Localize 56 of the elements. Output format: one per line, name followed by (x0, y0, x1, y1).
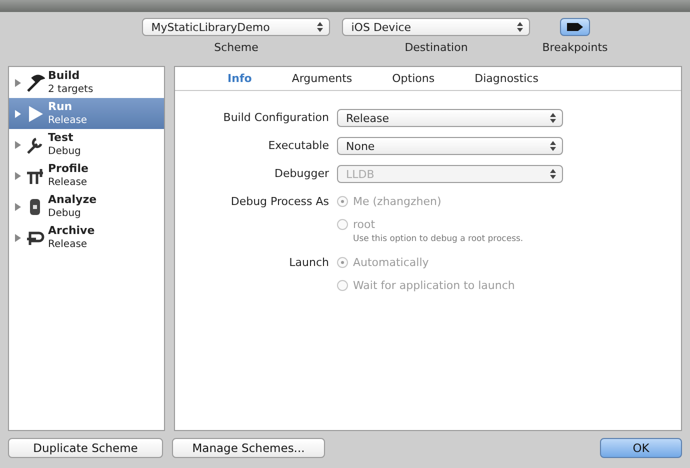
item-title: Run (48, 100, 74, 114)
hammer-icon (25, 72, 45, 92)
field-label: Debugger (274, 166, 329, 182)
disclosure-triangle-icon[interactable] (14, 172, 22, 180)
item-subtitle: Debug (48, 206, 82, 220)
tab[interactable]: Options (392, 72, 435, 85)
disclosure-triangle-icon[interactable] (14, 110, 22, 118)
tab[interactable]: Diagnostics (474, 72, 538, 85)
sidebar-item[interactable]: Test Debug (9, 129, 164, 160)
ok-button[interactable]: OK (600, 438, 682, 458)
radio-label: Wait for application to launch (353, 278, 515, 294)
sidebar-item[interactable]: Profile Release (9, 160, 164, 191)
scheme-label: Scheme (214, 41, 258, 54)
disclosure-triangle-icon[interactable] (14, 202, 22, 210)
up-down-arrows-icon (550, 113, 556, 123)
item-title: Build (48, 68, 81, 82)
item-title: Archive (48, 224, 95, 238)
disclosure-triangle-icon[interactable] (14, 140, 22, 148)
field-label: Launch (288, 255, 329, 271)
breakpoint-icon (567, 23, 583, 31)
item-title: Analyze (48, 192, 97, 206)
radio-label: Me (zhangzhen) (353, 194, 442, 210)
item-title: Profile (48, 162, 88, 176)
up-down-arrows-icon (550, 169, 556, 179)
sidebar-item[interactable]: Analyze Debug (9, 191, 164, 222)
destination-popup[interactable]: iOS Device (342, 18, 530, 36)
field-label: Build Configuration (222, 110, 329, 126)
tab[interactable]: Info (228, 72, 252, 85)
item-subtitle: Release (48, 238, 88, 252)
duplicate-scheme-button[interactable]: Duplicate Scheme (8, 438, 163, 458)
item-subtitle: 2 targets (48, 82, 94, 96)
scheme-popup[interactable]: MyStaticLibraryDemo (142, 18, 330, 36)
hint-text: Use this option to debug a root process. (353, 234, 524, 244)
up-down-arrows-icon (550, 141, 556, 151)
sidebar-item[interactable]: Archive Release (9, 222, 164, 253)
destination-label: Destination (404, 41, 468, 54)
sidebar-item[interactable]: Run Release (9, 98, 164, 129)
item-subtitle: Release (48, 176, 88, 190)
item-subtitle: Debug (48, 144, 81, 158)
disclosure-triangle-icon[interactable] (14, 78, 22, 86)
radio-label: Automatically (353, 255, 429, 271)
up-down-arrows-icon (317, 22, 324, 32)
tab[interactable]: Arguments (292, 72, 352, 85)
sidebar-item[interactable]: Build 2 targets (9, 67, 164, 98)
disclosure-triangle-icon[interactable] (14, 234, 22, 242)
field-label: Executable (267, 138, 329, 154)
select-popup[interactable]: Release (337, 109, 563, 127)
breakpoints-button[interactable] (560, 18, 590, 36)
item-title: Test (48, 130, 74, 144)
field-label: Debug Process As (230, 194, 329, 210)
item-subtitle: Release (48, 114, 88, 128)
manage-schemes-button[interactable]: Manage Schemes... (172, 438, 325, 458)
radio-label: root (353, 217, 376, 233)
breakpoints-label: Breakpoints (542, 41, 608, 54)
select-popup[interactable]: None (337, 137, 563, 155)
up-down-arrows-icon (517, 22, 524, 32)
